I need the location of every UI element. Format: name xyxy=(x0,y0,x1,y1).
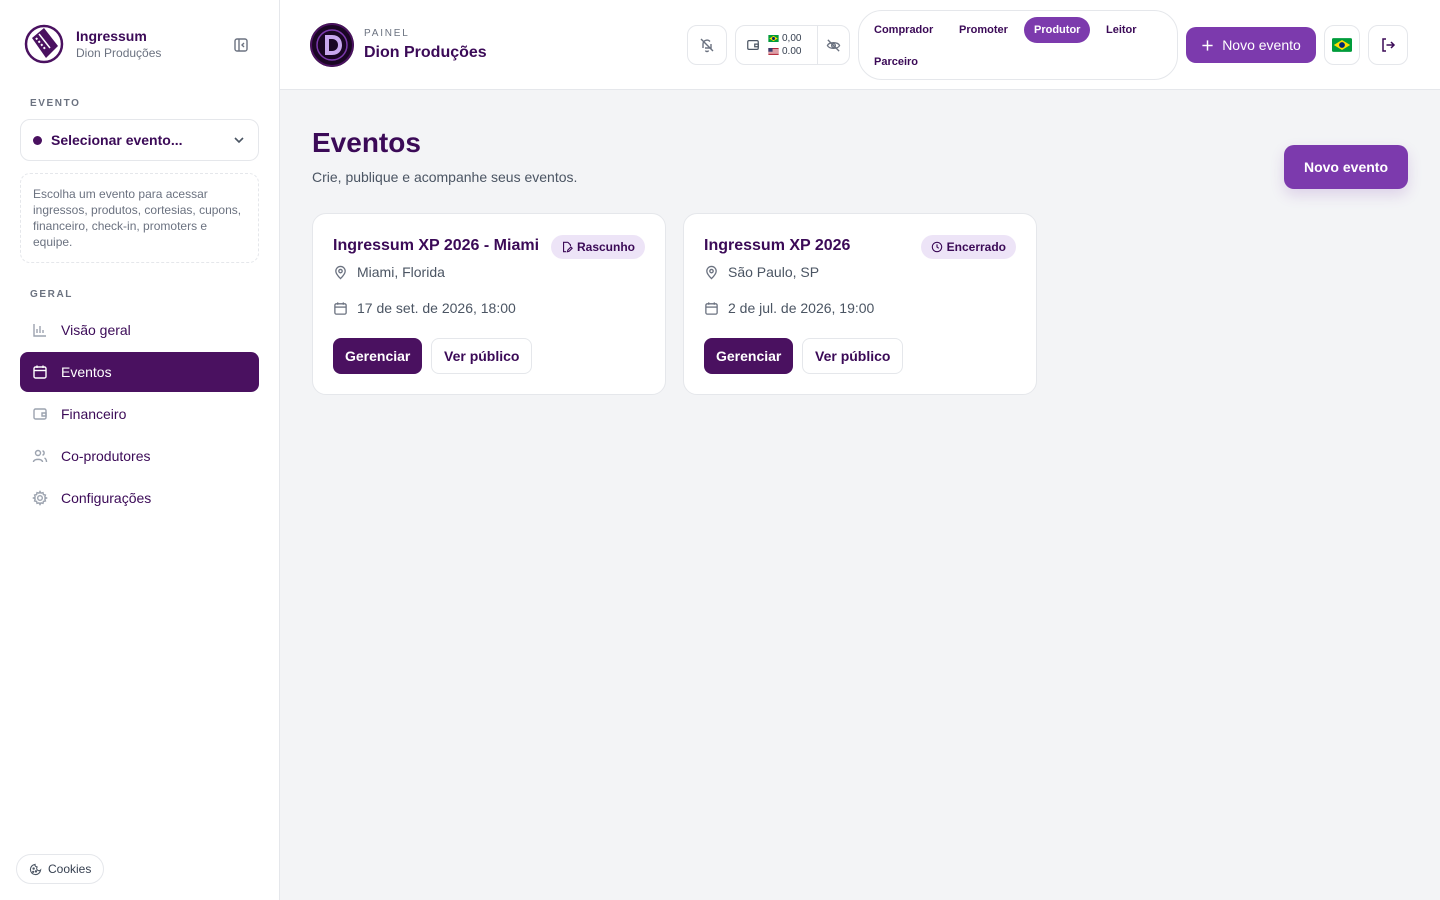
sidebar-nav: Visão geral Eventos Financeiro Co-produt… xyxy=(20,310,259,520)
view-public-button[interactable]: Ver público xyxy=(802,338,904,374)
role-leitor[interactable]: Leitor xyxy=(1096,17,1147,43)
calendar-icon xyxy=(334,301,347,315)
event-status-dot xyxy=(33,135,42,145)
page-title: Eventos xyxy=(312,127,421,158)
event-card: Ingressum XP 2026 - Miami Rascunho Miami… xyxy=(312,213,666,395)
brazil-flag-icon xyxy=(1332,38,1352,52)
eye-off-icon xyxy=(826,38,841,52)
map-pin-icon xyxy=(335,265,346,280)
cookies-label: Cookies xyxy=(48,862,92,876)
sidebar-item-label: Configurações xyxy=(61,490,152,506)
logout-icon xyxy=(1382,38,1396,52)
sidebar-item-co-produtores[interactable]: Co-produtores xyxy=(20,436,259,476)
role-produtor[interactable]: Produtor xyxy=(1024,17,1091,43)
role-parceiro[interactable]: Parceiro xyxy=(864,49,928,75)
brand-name: Ingressum xyxy=(76,28,147,44)
wallet-brl-value: 0,00 xyxy=(782,33,802,44)
role-switcher: Comprador Promoter Produtor Leitor Parce… xyxy=(858,10,1178,80)
cookies-button[interactable]: Cookies xyxy=(16,854,105,884)
status-badge: Rascunho xyxy=(550,235,645,259)
status-label: Encerrado xyxy=(946,240,1006,254)
top-header: PAINEL Dion Produções 0,00 0.00 Comprado… xyxy=(280,0,1440,90)
event-select[interactable]: Selecionar evento... xyxy=(20,119,259,161)
event-hint: Escolha um evento para acessar ingressos… xyxy=(20,173,259,263)
sidebar-item-eventos[interactable]: Eventos xyxy=(20,352,259,392)
hide-balance-button[interactable] xyxy=(818,26,849,64)
manage-button[interactable]: Gerenciar xyxy=(704,338,794,374)
sidebar-item-label: Eventos xyxy=(61,364,112,380)
logout-button[interactable] xyxy=(1368,25,1408,65)
new-event-button[interactable]: Novo evento xyxy=(1284,145,1408,189)
sidebar-item-label: Financeiro xyxy=(61,406,127,422)
clock-icon xyxy=(931,241,942,253)
event-date-text: 2 de jul. de 2026, 19:00 xyxy=(728,300,875,316)
users-icon xyxy=(32,449,48,463)
event-select-label: Selecionar evento... xyxy=(51,132,183,148)
brand[interactable]: Ingressum Dion Produções xyxy=(24,24,161,64)
dion-logo-icon xyxy=(310,23,354,67)
event-date-text: 17 de set. de 2026, 18:00 xyxy=(357,300,516,316)
sidebar-collapse-icon xyxy=(234,38,248,52)
brand-org: Dion Produções xyxy=(76,46,162,60)
cookie-icon xyxy=(29,863,42,875)
new-event-header-label: Novo evento xyxy=(1222,37,1301,53)
map-pin-icon xyxy=(706,265,717,280)
wallet-usd-value: 0.00 xyxy=(782,46,802,57)
wallet-balance: 0,00 0.00 xyxy=(735,25,850,65)
wallet-usd-row: 0.00 xyxy=(768,45,801,58)
wallet-brl-row: 0,00 xyxy=(768,32,801,45)
new-event-header-button[interactable]: Novo evento xyxy=(1186,27,1316,63)
status-label: Rascunho xyxy=(576,240,635,254)
org-avatar[interactable] xyxy=(310,23,354,67)
plus-icon xyxy=(1202,39,1213,51)
role-promoter[interactable]: Promoter xyxy=(949,17,1018,43)
header-title: Dion Produções xyxy=(364,44,487,61)
sidebar: Ingressum Dion Produções EVENTO Selecion… xyxy=(0,0,280,900)
usa-flag-icon xyxy=(768,47,779,55)
header-kicker: PAINEL xyxy=(364,28,410,39)
page-subtitle: Crie, publique e acompanhe seus eventos. xyxy=(312,169,578,185)
ingressum-logo-icon xyxy=(24,24,64,64)
event-title: Ingressum XP 2026 xyxy=(704,237,851,254)
general-section-label: GERAL xyxy=(30,289,73,300)
event-title: Ingressum XP 2026 - Miami xyxy=(333,237,540,254)
sidebar-item-label: Co-produtores xyxy=(61,448,151,464)
bell-off-icon xyxy=(700,38,714,53)
status-badge: Encerrado xyxy=(920,235,1016,259)
event-location-text: Miami, Florida xyxy=(357,264,445,280)
sidebar-item-configuracoes[interactable]: Configurações xyxy=(20,478,259,518)
chevron-down-icon xyxy=(234,137,244,144)
role-comprador[interactable]: Comprador xyxy=(864,17,943,43)
event-location-text: São Paulo, SP xyxy=(728,264,820,280)
manage-button[interactable]: Gerenciar xyxy=(333,338,423,374)
calendar-icon xyxy=(33,365,47,379)
gear-icon xyxy=(32,490,48,506)
event-location: São Paulo, SP xyxy=(704,264,819,280)
wallet-icon xyxy=(33,408,47,420)
sidebar-item-visao-geral[interactable]: Visão geral xyxy=(20,310,259,350)
wallet-button[interactable]: 0,00 0.00 xyxy=(736,26,818,64)
collapse-sidebar-button[interactable] xyxy=(230,34,252,56)
language-button[interactable] xyxy=(1324,25,1360,65)
event-location: Miami, Florida xyxy=(333,264,445,280)
event-card: Ingressum XP 2026 Encerrado São Paulo, S… xyxy=(683,213,1037,395)
calendar-icon xyxy=(705,301,718,315)
event-section-label: EVENTO xyxy=(30,98,81,109)
wallet-icon xyxy=(747,40,759,50)
bar-chart-icon xyxy=(33,324,46,337)
view-public-button[interactable]: Ver público xyxy=(431,338,533,374)
notifications-button[interactable] xyxy=(687,25,727,65)
sidebar-item-label: Visão geral xyxy=(61,322,131,338)
sidebar-item-financeiro[interactable]: Financeiro xyxy=(20,394,259,434)
draft-icon xyxy=(562,241,573,253)
event-date: 2 de jul. de 2026, 19:00 xyxy=(704,300,874,316)
event-date: 17 de set. de 2026, 18:00 xyxy=(333,300,516,316)
brazil-flag-icon xyxy=(768,34,779,42)
